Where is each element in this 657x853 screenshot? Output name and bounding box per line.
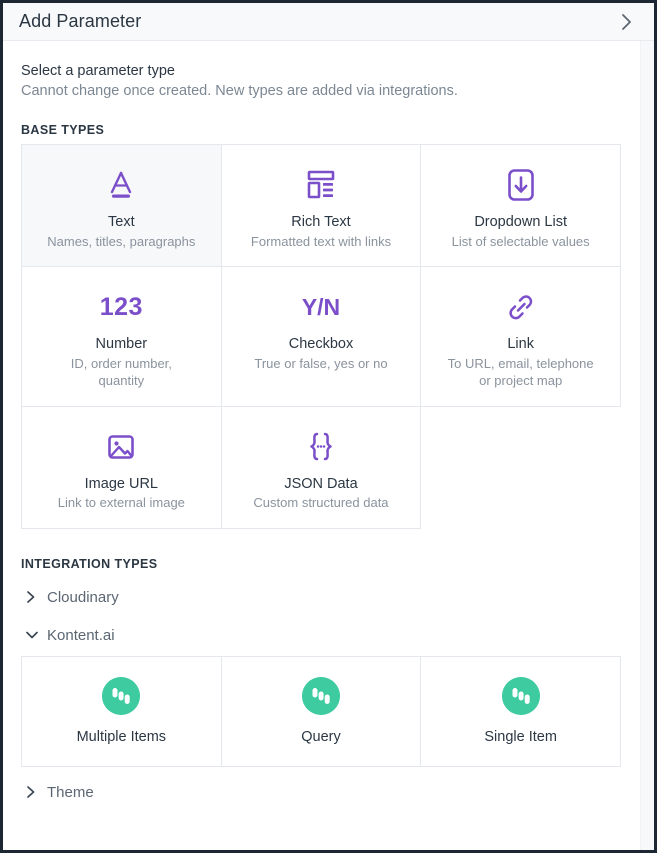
base-type-card-link[interactable]: Link To URL, email, telephone or project… [421,267,621,407]
base-type-desc: ID, order number, quantity [70,356,172,388]
link-chain-icon [505,285,537,329]
intro-title: Select a parameter type [21,63,175,79]
base-type-title: Text [108,214,135,230]
image-picture-icon [105,425,137,469]
base-type-title: Image URL [84,475,158,492]
integration-item-title: Multiple Items [76,729,167,746]
dropdown-arrow-box-icon [505,163,537,207]
base-type-desc: List of selectable values [451,233,590,249]
base-type-title: Dropdown List [474,214,567,230]
base-type-card-checkbox[interactable]: Y/N Checkbox True or false, yes or no [221,267,422,407]
checkbox-yn-icon: Y/N [301,293,341,320]
base-type-card-image-url[interactable]: Image URL Link to external image [22,406,222,530]
panel-content: Select a parameter type Cannot change on… [3,41,640,850]
panel-header: Add Parameter [3,3,654,41]
base-type-title: Link [507,336,534,353]
base-type-desc: True or false, yes or no [254,356,388,372]
base-types-grid: Text Names, titles, paragraphs Rich Text… [21,144,621,530]
base-type-desc: Link to external image [57,495,185,511]
integration-group-kontent-ai[interactable]: Kontent.ai [21,616,622,654]
integration-item-title: Single Item [484,729,557,746]
integration-card-multiple-items[interactable]: Multiple Items [22,657,222,768]
base-type-card-text[interactable]: Text Names, titles, paragraphs [22,145,222,268]
integration-name: Theme [47,783,94,801]
integration-group-cloudinary[interactable]: Cloudinary [21,578,622,616]
chevron-right-icon[interactable] [616,11,638,33]
rich-text-layout-glyph [307,170,335,199]
kontent-ai-logo-icon [301,674,340,718]
kontent-ai-logo-icon [102,674,141,718]
base-type-desc: To URL, email, telephone or project map [447,356,594,388]
base-type-card-json-data[interactable]: JSON Data Custom structured data [221,406,422,530]
integration-name: Cloudinary [47,588,119,606]
base-type-desc: Formatted text with links [250,233,392,249]
base-types-grid-empty-cell [421,407,621,529]
dropdown-arrow-box-glyph [507,169,534,201]
base-type-title: JSON Data [284,475,358,492]
chevron-right-icon [21,785,47,799]
vertical-scrollbar[interactable] [640,41,654,850]
chevron-right-glyph [27,786,35,799]
add-parameter-panel: Add Parameter Select a parameter type Ca… [0,0,657,853]
integration-name: Kontent.ai [47,626,115,644]
integration-card-single-item[interactable]: Single Item [421,657,621,768]
base-type-title: Number [95,336,148,353]
kontent-ai-logo-glyph [301,677,340,716]
chevron-right-icon [21,590,47,604]
chevron-down-icon [21,629,47,641]
page-title: Add Parameter [19,11,142,31]
kontent-ai-logo-icon [501,674,540,718]
text-a-underline-icon [106,163,136,207]
integration-card-query[interactable]: Query [221,657,422,768]
integration-item-title: Query [301,729,341,746]
chevron-right-glyph [622,13,631,30]
chevron-down-glyph [26,631,38,639]
chevron-right-glyph [27,591,35,604]
panel-body: Select a parameter type Cannot change on… [3,41,654,850]
kontent-ai-logo-glyph [102,677,141,716]
base-type-card-dropdown-list[interactable]: Dropdown List List of selectable values [421,145,621,268]
base-type-desc: Custom structured data [253,495,389,511]
base-type-desc: Names, titles, paragraphs [47,233,196,249]
json-braces-icon [304,425,338,469]
integration-types-heading: INTEGRATION TYPES [21,557,158,572]
json-braces-glyph [310,432,332,461]
integration-group-theme[interactable]: Theme [21,773,622,811]
kontent-ai-items-grid: Multiple Items Query Single Item [21,656,621,768]
text-a-underline-glyph [111,171,132,198]
base-type-title: Rich Text [291,214,351,230]
base-type-card-number[interactable]: 123 Number ID, order number, quantity [22,267,222,407]
number-123-icon: 123 [99,292,143,321]
image-picture-glyph [108,434,135,459]
link-chain-glyph [509,295,532,320]
intro-subtitle: Cannot change once created. New types ar… [21,83,458,99]
rich-text-layout-icon [305,163,337,207]
base-type-title: Checkbox [288,336,354,353]
base-types-heading: BASE TYPES [21,123,105,137]
kontent-ai-logo-glyph [501,677,540,716]
base-type-card-rich-text[interactable]: Rich Text Formatted text with links [221,145,422,268]
